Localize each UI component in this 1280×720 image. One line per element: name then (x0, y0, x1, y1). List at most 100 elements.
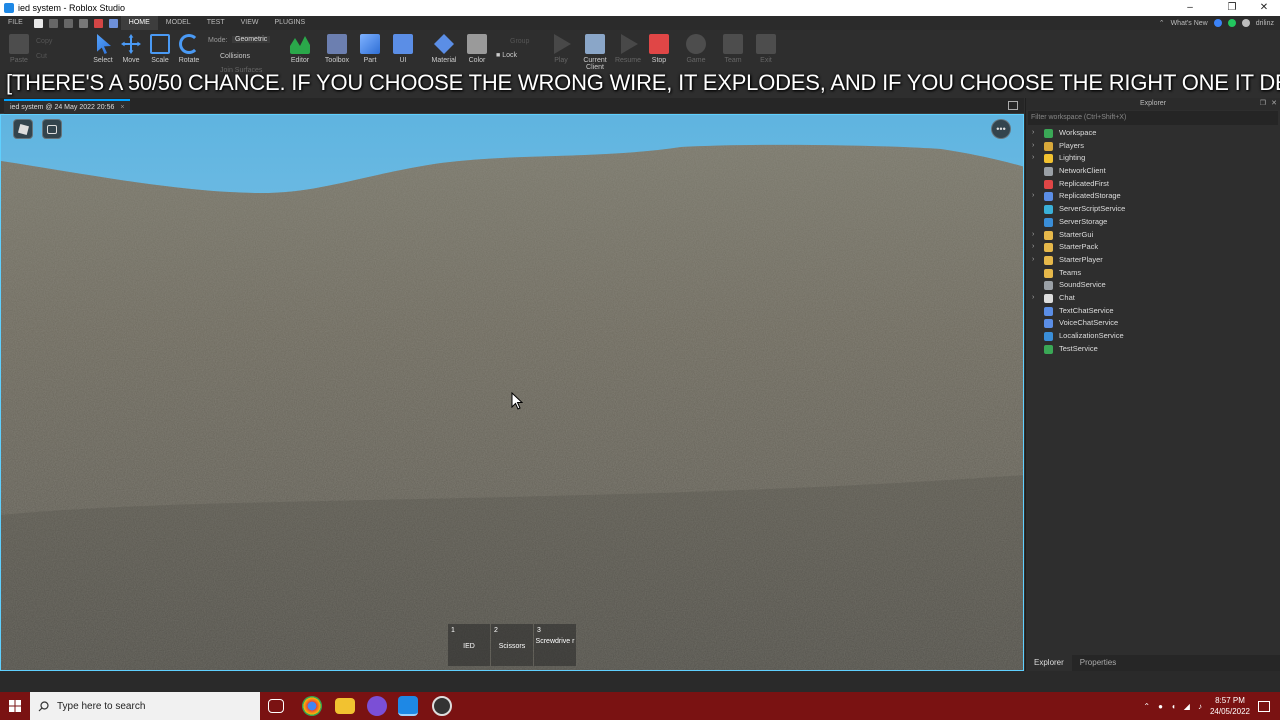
volume-icon[interactable]: ◖ (1171, 702, 1176, 711)
expand-arrow-icon[interactable]: › (1032, 241, 1034, 254)
stop-icon[interactable] (93, 18, 103, 28)
explorer-item[interactable]: › StarterGui (1026, 229, 1280, 242)
chrome-icon[interactable] (302, 696, 322, 716)
game-settings-button[interactable]: Game (681, 34, 711, 64)
explorer-item[interactable]: NetworkClient (1026, 165, 1280, 178)
hotbar-slot[interactable]: 1 IED (448, 624, 490, 666)
close-panel-icon[interactable]: ✕ (1271, 98, 1277, 110)
maximize-viewport-icon[interactable] (1008, 101, 1018, 110)
expand-arrow-icon[interactable]: › (1032, 190, 1034, 203)
whats-new-link[interactable]: What's New (1171, 20, 1208, 27)
menu-test[interactable]: TEST (199, 16, 233, 30)
select-tool[interactable]: Select (88, 34, 118, 64)
tab-explorer[interactable]: Explorer (1026, 655, 1072, 671)
explorer-item[interactable]: ReplicatedFirst (1026, 178, 1280, 191)
help-icon[interactable] (1213, 19, 1222, 27)
chevron-up-icon[interactable]: ⌃ (1143, 702, 1150, 711)
menu-plugins[interactable]: PLUGINS (266, 16, 313, 30)
expand-arrow-icon[interactable]: › (1032, 292, 1034, 305)
explorer-filter-input[interactable]: Filter workspace (Ctrl+Shift+X) (1028, 111, 1278, 125)
game-viewport[interactable]: ••• 1 IED 2 Scissors 3 Screwdrive r (0, 114, 1024, 671)
user-name[interactable]: drilinz (1256, 20, 1274, 27)
redo-icon[interactable] (63, 18, 73, 28)
explorer-item[interactable]: ServerScriptService (1026, 203, 1280, 216)
explorer-item[interactable]: TextChatService (1026, 305, 1280, 318)
file-explorer-icon[interactable] (335, 698, 355, 714)
float-panel-icon[interactable]: ❐ (1260, 98, 1266, 110)
explorer-item[interactable]: › ReplicatedStorage (1026, 190, 1280, 203)
current-client-button[interactable]: Current Client (578, 34, 612, 71)
document-tab[interactable]: ied system @ 24 May 2022 20:56 × (4, 99, 131, 114)
menu-file[interactable]: FILE (0, 16, 31, 30)
team-test-icon[interactable] (108, 18, 118, 28)
close-button[interactable]: ✕ (1250, 0, 1278, 16)
scale-tool[interactable]: Scale (145, 34, 175, 64)
start-button[interactable] (0, 692, 30, 720)
tab-properties[interactable]: Properties (1072, 655, 1124, 671)
team-button[interactable]: Team (718, 34, 748, 64)
chat-button[interactable] (42, 119, 62, 139)
paste-button[interactable]: Paste (4, 34, 34, 64)
explorer-item[interactable]: › StarterPack (1026, 241, 1280, 254)
expand-arrow-icon[interactable]: › (1032, 152, 1034, 165)
undo-icon[interactable] (48, 18, 58, 28)
status-icon[interactable] (1227, 19, 1236, 27)
hotbar-slot[interactable]: 2 Scissors (491, 624, 533, 666)
explorer-item[interactable]: › Lighting (1026, 152, 1280, 165)
expand-arrow-icon[interactable]: › (1032, 127, 1034, 140)
ui-button[interactable]: UI (388, 34, 418, 64)
maximize-button[interactable]: ❐ (1218, 0, 1246, 16)
explorer-item[interactable]: TestService (1026, 343, 1280, 356)
recording-app-icon[interactable] (432, 696, 452, 716)
expand-arrow-icon[interactable]: › (1032, 229, 1034, 242)
copy-button[interactable]: Copy (36, 38, 52, 45)
share-icon[interactable] (1241, 19, 1250, 27)
explorer-item[interactable]: › StarterPlayer (1026, 254, 1280, 267)
obs-icon[interactable] (367, 696, 387, 716)
roblox-menu-button[interactable] (13, 119, 33, 139)
toolbox-button[interactable]: Toolbox (322, 34, 352, 64)
menu-model[interactable]: MODEL (158, 16, 199, 30)
minimize-button[interactable]: – (1176, 0, 1204, 16)
terrain-editor-button[interactable]: Editor (285, 34, 315, 64)
chevron-up-icon[interactable]: ⌃ (1159, 19, 1165, 27)
microphone-icon[interactable]: ● (1158, 702, 1163, 711)
speaker-icon[interactable]: ♪ (1198, 702, 1202, 711)
rotate-tool[interactable]: Rotate (174, 34, 204, 64)
task-view-icon[interactable] (268, 699, 284, 713)
part-button[interactable]: Part (355, 34, 385, 64)
explorer-item[interactable]: SoundService (1026, 279, 1280, 292)
expand-arrow-icon[interactable]: › (1032, 254, 1034, 267)
explorer-item[interactable]: › Workspace (1026, 127, 1280, 140)
network-icon[interactable]: ◢ (1184, 702, 1190, 711)
material-button[interactable]: Material (429, 34, 459, 64)
play-here-icon[interactable] (78, 18, 88, 28)
explorer-item[interactable]: › Chat (1026, 292, 1280, 305)
color-button[interactable]: Color (462, 34, 492, 64)
menu-home[interactable]: HOME (120, 16, 158, 30)
explorer-item[interactable]: VoiceChatService (1026, 317, 1280, 330)
explorer-item[interactable]: Teams (1026, 267, 1280, 280)
taskbar-clock[interactable]: 8:57 PM 24/05/2022 (1210, 695, 1250, 717)
roblox-studio-taskbar-icon[interactable] (398, 696, 418, 716)
more-options-button[interactable]: ••• (991, 119, 1011, 139)
stop-button[interactable]: Stop (644, 34, 674, 64)
menu-view[interactable]: VIEW (233, 16, 267, 30)
play-button[interactable]: Play (546, 34, 576, 64)
collisions-toggle[interactable]: Collisions (220, 53, 250, 60)
explorer-item[interactable]: ServerStorage (1026, 216, 1280, 229)
tab-close-icon[interactable]: × (120, 104, 124, 111)
new-file-icon[interactable] (33, 18, 43, 28)
expand-arrow-icon[interactable]: › (1032, 140, 1034, 153)
mode-dropdown[interactable]: Geometric (232, 36, 271, 43)
lock-button[interactable]: ■ Lock (496, 52, 517, 59)
explorer-item[interactable]: › Players (1026, 140, 1280, 153)
resume-button[interactable]: Resume (613, 34, 643, 64)
exit-button[interactable]: Exit (751, 34, 781, 64)
taskbar-search[interactable]: Type here to search (30, 692, 260, 720)
notifications-icon[interactable] (1258, 700, 1270, 712)
explorer-item[interactable]: LocalizationService (1026, 330, 1280, 343)
hotbar-slot[interactable]: 3 Screwdrive r (534, 624, 576, 666)
cut-button[interactable]: Cut (36, 53, 47, 60)
move-tool[interactable]: Move (116, 34, 146, 64)
